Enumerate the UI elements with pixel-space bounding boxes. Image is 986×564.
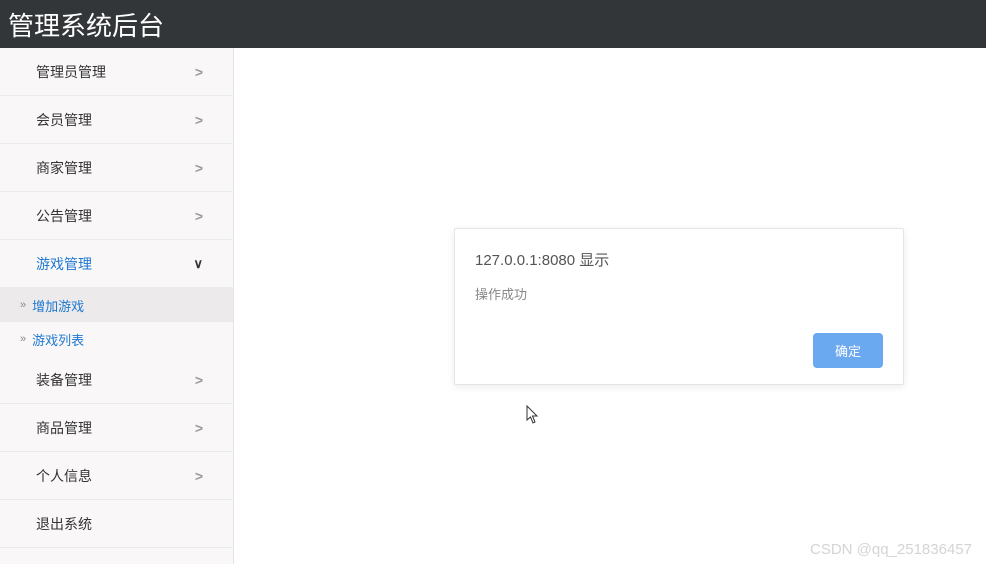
confirm-button[interactable]: 确定 — [813, 333, 883, 368]
menu-label: 商品管理 — [36, 418, 92, 438]
app-header: 管理系统后台 — [0, 0, 986, 48]
sidebar-item-profile[interactable]: 个人信息 > — [0, 452, 233, 500]
menu-label: 管理员管理 — [36, 62, 106, 82]
sidebar: 管理员管理 > 会员管理 > 商家管理 > 公告管理 > 游戏管理 ∨ » 增加… — [0, 48, 234, 564]
menu-label: 退出系统 — [36, 514, 92, 534]
content-area: 127.0.0.1:8080 显示 操作成功 确定 — [234, 48, 986, 564]
dialog-actions: 确定 — [475, 333, 883, 368]
sidebar-item-product-mgmt[interactable]: 商品管理 > — [0, 404, 233, 452]
double-chevron-icon: » — [20, 333, 26, 345]
menu-label: 装备管理 — [36, 370, 92, 390]
sidebar-item-admin-mgmt[interactable]: 管理员管理 > — [0, 48, 233, 96]
submenu-label: 游戏列表 — [32, 330, 84, 349]
menu-label: 游戏管理 — [36, 254, 92, 274]
app-title: 管理系统后台 — [8, 6, 164, 43]
submenu-game: » 增加游戏 » 游戏列表 — [0, 288, 233, 356]
chevron-right-icon: > — [195, 112, 203, 128]
chevron-right-icon: > — [195, 64, 203, 80]
chevron-right-icon: > — [195, 468, 203, 484]
menu-label: 会员管理 — [36, 110, 92, 130]
submenu-label: 增加游戏 — [32, 296, 84, 315]
sidebar-item-game-mgmt[interactable]: 游戏管理 ∨ — [0, 240, 233, 288]
double-chevron-icon: » — [20, 299, 26, 311]
chevron-right-icon: > — [195, 372, 203, 388]
chevron-right-icon: > — [195, 208, 203, 224]
sidebar-item-equipment-mgmt[interactable]: 装备管理 > — [0, 356, 233, 404]
sidebar-item-merchant-mgmt[interactable]: 商家管理 > — [0, 144, 233, 192]
sidebar-item-logout[interactable]: 退出系统 — [0, 500, 233, 548]
chevron-right-icon: > — [195, 420, 203, 436]
alert-dialog: 127.0.0.1:8080 显示 操作成功 确定 — [454, 228, 904, 385]
sidebar-item-member-mgmt[interactable]: 会员管理 > — [0, 96, 233, 144]
dialog-title: 127.0.0.1:8080 显示 — [475, 249, 883, 270]
submenu-item-add-game[interactable]: » 增加游戏 — [0, 288, 233, 322]
chevron-down-icon: ∨ — [193, 256, 203, 272]
menu-label: 公告管理 — [36, 206, 92, 226]
chevron-right-icon: > — [195, 160, 203, 176]
menu-label: 个人信息 — [36, 466, 92, 486]
submenu-item-game-list[interactable]: » 游戏列表 — [0, 322, 233, 356]
dialog-message: 操作成功 — [475, 284, 883, 303]
main-layout: 管理员管理 > 会员管理 > 商家管理 > 公告管理 > 游戏管理 ∨ » 增加… — [0, 48, 986, 564]
sidebar-item-notice-mgmt[interactable]: 公告管理 > — [0, 192, 233, 240]
menu-label: 商家管理 — [36, 158, 92, 178]
